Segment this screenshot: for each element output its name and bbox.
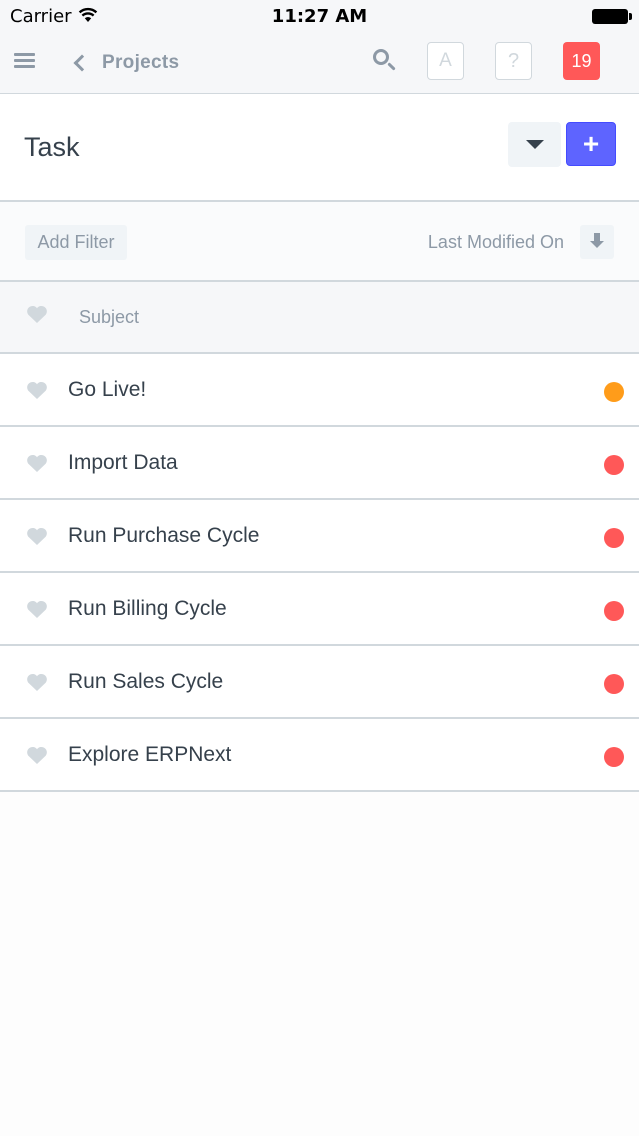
list-item[interactable]: Run Sales Cycle xyxy=(0,646,639,719)
add-filter-button[interactable]: Add Filter xyxy=(25,225,127,260)
top-navbar: Projects A ? 19 xyxy=(0,34,639,94)
task-subject: Import Data xyxy=(68,451,178,474)
list-header: Subject xyxy=(0,282,639,354)
hamburger-menu-icon[interactable] xyxy=(14,51,36,71)
caret-down-icon xyxy=(526,140,544,149)
search-icon[interactable] xyxy=(372,48,398,74)
heart-icon[interactable] xyxy=(26,600,48,619)
sort-order-button[interactable] xyxy=(580,225,614,259)
task-subject: Run Billing Cycle xyxy=(68,597,227,620)
list-item[interactable]: Run Purchase Cycle xyxy=(0,500,639,573)
heart-icon[interactable] xyxy=(26,454,48,473)
plus-icon: + xyxy=(582,128,600,159)
page-title: Task xyxy=(24,132,80,162)
filter-bar: Add Filter Last Modified On xyxy=(0,202,639,282)
sort-by-selector[interactable]: Last Modified On xyxy=(428,232,564,253)
user-avatar[interactable]: A xyxy=(427,42,464,80)
status-indicator xyxy=(604,601,624,621)
heart-icon[interactable] xyxy=(26,527,48,546)
help-button[interactable]: ? xyxy=(495,42,532,80)
heart-icon[interactable] xyxy=(26,381,48,400)
status-indicator xyxy=(604,674,624,694)
list-item[interactable]: Run Billing Cycle xyxy=(0,573,639,646)
heart-icon[interactable] xyxy=(26,746,48,765)
back-button[interactable]: Projects xyxy=(70,48,179,78)
status-indicator xyxy=(604,747,624,767)
back-label: Projects xyxy=(102,52,180,73)
heart-icon[interactable] xyxy=(26,673,48,692)
heart-icon[interactable] xyxy=(26,305,48,324)
status-indicator xyxy=(604,382,624,402)
list-item[interactable]: Import Data xyxy=(0,427,639,500)
chevron-left-icon xyxy=(73,54,91,72)
notifications-badge[interactable]: 19 xyxy=(563,42,600,80)
page-header: Task xyxy=(0,94,639,202)
task-subject: Explore ERPNext xyxy=(68,743,232,766)
task-subject: Go Live! xyxy=(68,378,147,401)
menu-dropdown-button[interactable] xyxy=(508,122,561,167)
list-item[interactable]: Go Live! xyxy=(0,354,639,427)
task-subject: Run Purchase Cycle xyxy=(68,524,260,547)
status-bar: Carrier 11:27 AM xyxy=(0,0,639,34)
status-indicator xyxy=(604,455,624,475)
list-item[interactable]: Explore ERPNext xyxy=(0,719,639,792)
new-task-button[interactable]: + xyxy=(566,122,616,166)
task-subject: Run Sales Cycle xyxy=(68,670,224,693)
subject-column-header: Subject xyxy=(79,307,140,327)
status-indicator xyxy=(604,528,624,548)
clock: 11:27 AM xyxy=(271,6,368,27)
battery-icon xyxy=(592,9,632,24)
